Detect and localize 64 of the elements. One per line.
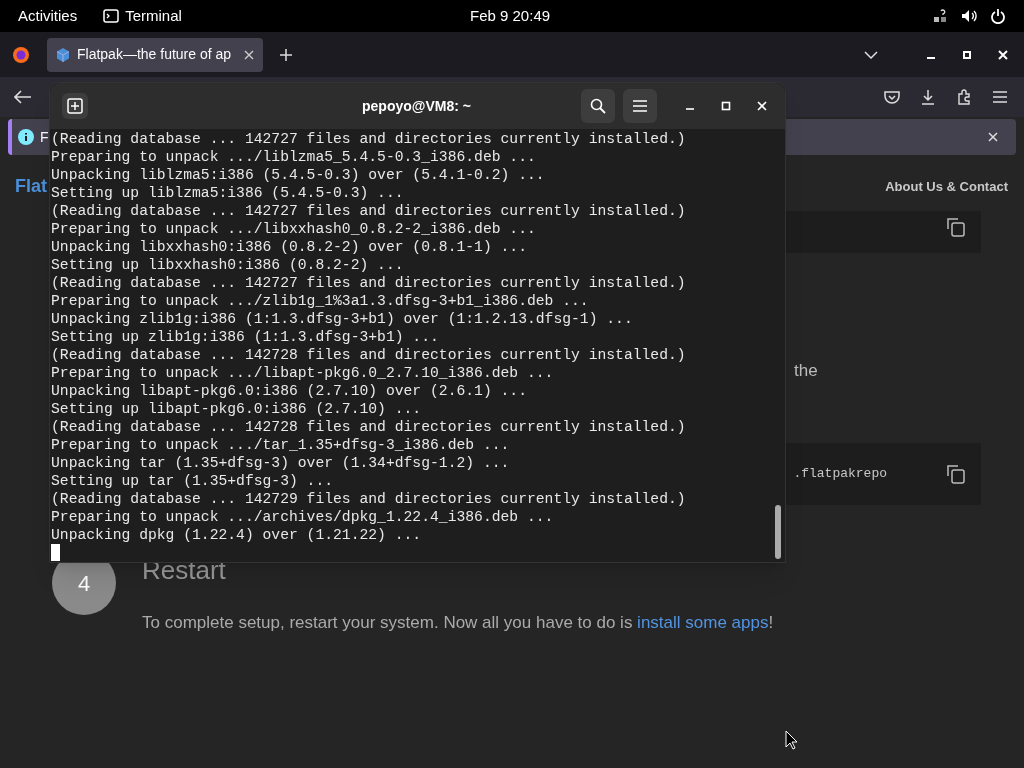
site-logo[interactable]: Flat <box>15 173 47 200</box>
nav-link[interactable]: About Us & Contact <box>885 177 1008 197</box>
back-icon[interactable] <box>14 90 32 104</box>
terminal-line: Unpacking liblzma5:i386 (5.4.5-0.3) over (5.4.1-0.2) ... <box>51 166 545 184</box>
new-tab-icon[interactable] <box>279 47 293 62</box>
code-text: .flatpakrepo <box>793 465 887 484</box>
close-tab-icon[interactable] <box>243 48 255 61</box>
app-name[interactable]: Terminal <box>125 4 182 28</box>
terminal-line: Preparing to unpack .../tar_1.35+dfsg-3_i386.deb ... <box>51 436 510 454</box>
step-text: To complete setup, restart your system. Now all you have to do is install some apps! <box>142 612 774 634</box>
terminal-line: Setting up tar (1.35+dfsg-3) ... <box>51 472 334 490</box>
copy-icon[interactable] <box>947 217 965 237</box>
paragraph-text: the <box>794 360 818 382</box>
terminal-line: (Reading database ... 142727 files and directories currently installed.) <box>51 274 686 292</box>
browser-tab[interactable]: Flatpak—the future of ap <box>47 37 263 72</box>
close-icon[interactable] <box>988 132 998 142</box>
maximize-icon[interactable] <box>721 101 731 111</box>
menu-button[interactable] <box>623 89 657 123</box>
terminal-line: Unpacking libxxhash0:i386 (0.8.2-2) over (0.8.1-1) ... <box>51 238 527 256</box>
terminal-line: Preparing to unpack .../archives/dpkg_1.22.4_i386.deb ... <box>51 508 554 526</box>
terminal-line: Unpacking dpkg (1.22.4) over (1.21.22) ... <box>51 526 422 544</box>
install-apps-link[interactable]: install some apps <box>637 613 769 632</box>
terminal-line: (Reading database ... 142727 files and directories currently installed.) <box>51 202 686 220</box>
tab-title: Flatpak—the future of ap <box>77 45 233 64</box>
scrollbar-thumb[interactable] <box>775 505 781 559</box>
terminal-line: Preparing to unpack .../libapt-pkg6.0_2.7.10_i386.deb ... <box>51 364 554 382</box>
maximize-icon[interactable] <box>962 49 972 60</box>
mouse-pointer-icon <box>785 730 799 750</box>
terminal-line: (Reading database ... 142728 files and directories currently installed.) <box>51 346 686 364</box>
terminal-line: Preparing to unpack .../libxxhash0_0.8.2-2_i386.deb ... <box>51 220 536 238</box>
terminal-line: Preparing to unpack .../zlib1g_1%3a1.3.dfsg-3+b1_i386.deb ... <box>51 292 589 310</box>
terminal-line: Unpacking libapt-pkg6.0:i386 (2.7.10) over (2.6.1) ... <box>51 382 527 400</box>
network-icon[interactable] <box>932 8 948 24</box>
terminal-line: Preparing to unpack .../liblzma5_5.4.5-0.3_i386.deb ... <box>51 148 536 166</box>
terminal-line: (Reading database ... 142729 files and directories currently installed.) <box>51 490 686 508</box>
search-button[interactable] <box>581 89 615 123</box>
text-cursor <box>51 544 60 561</box>
download-icon[interactable] <box>920 89 936 105</box>
pocket-icon[interactable] <box>884 90 900 104</box>
terminal-line: Unpacking tar (1.35+dfsg-3) over (1.34+dfsg-1.2) ... <box>51 454 510 472</box>
extensions-icon[interactable] <box>956 89 972 105</box>
info-icon <box>18 129 34 145</box>
chevron-down-icon[interactable] <box>864 50 878 59</box>
terminal-line: (Reading database ... 142727 files and directories currently installed.) <box>51 130 686 148</box>
notification-text: F <box>40 127 49 147</box>
terminal-line: (Reading database ... 142728 files and directories currently installed.) <box>51 418 686 436</box>
window-title: pepoyo@VM8: ~ <box>362 96 471 116</box>
browser-logo-icon[interactable] <box>12 45 30 64</box>
activities-button[interactable]: Activities <box>18 4 78 28</box>
search-icon <box>590 98 606 114</box>
copy-icon[interactable] <box>947 464 965 484</box>
menu-icon <box>632 99 648 113</box>
volume-icon[interactable] <box>960 8 978 24</box>
new-tab-button[interactable] <box>62 93 88 119</box>
menu-icon[interactable] <box>992 90 1008 104</box>
power-icon[interactable] <box>990 8 1006 24</box>
terminal-line: Setting up zlib1g:i386 (1:1.3.dfsg-3+b1) ... <box>51 328 439 346</box>
terminal-line: Setting up libapt-pkg6.0:i386 (2.7.10) ... <box>51 400 422 418</box>
clock[interactable]: Feb 9 20:49 <box>470 4 551 28</box>
terminal-line: Setting up libxxhash0:i386 (0.8.2-2) ... <box>51 256 404 274</box>
cube-icon <box>55 46 71 63</box>
terminal-icon <box>103 9 120 23</box>
terminal-line: Unpacking zlib1g:i386 (1:1.3.dfsg-3+b1) over (1:1.2.13.dfsg-1) ... <box>51 310 633 328</box>
terminal-line: Setting up liblzma5:i386 (5.4.5-0.3) ... <box>51 184 404 202</box>
